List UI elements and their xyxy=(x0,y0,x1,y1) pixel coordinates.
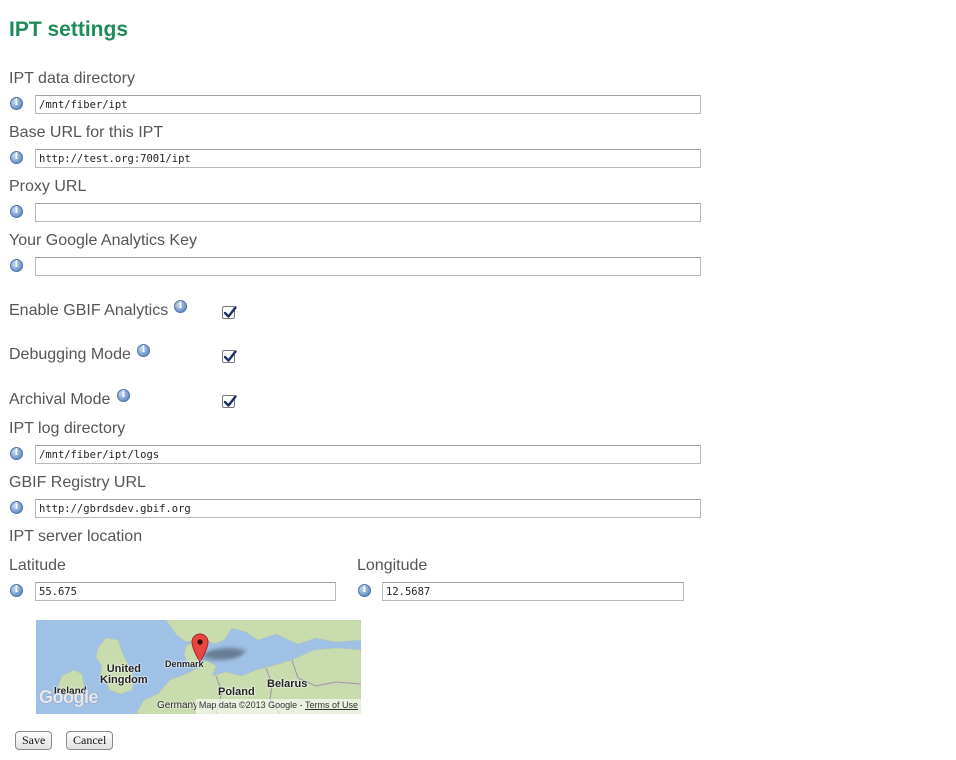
info-icon[interactable]: i xyxy=(10,97,23,110)
gbif-analytics-label: Enable GBIF Analytics xyxy=(9,302,169,319)
latitude-label: Latitude xyxy=(9,557,66,574)
info-icon[interactable]: i xyxy=(358,584,371,597)
base-url-label: Base URL for this IPT xyxy=(9,124,164,141)
info-icon[interactable]: i xyxy=(137,344,150,357)
save-button[interactable]: Save xyxy=(15,731,53,750)
ga-key-label: Your Google Analytics Key xyxy=(9,232,197,249)
log-dir-label: IPT log directory xyxy=(9,420,126,437)
log-dir-input[interactable] xyxy=(35,445,701,464)
ga-key-input[interactable] xyxy=(35,257,701,276)
checkmark-icon xyxy=(223,350,237,362)
archival-checkbox[interactable] xyxy=(222,395,237,408)
map-attribution: Map data ©2013 Google - Terms of Use xyxy=(195,699,361,714)
latitude-input[interactable] xyxy=(35,582,336,601)
cancel-button[interactable]: Cancel xyxy=(66,731,114,750)
registry-url-label: GBIF Registry URL xyxy=(9,474,146,491)
terms-of-use-link[interactable]: Terms of Use xyxy=(305,700,358,710)
checkmark-icon xyxy=(223,306,237,318)
info-icon[interactable]: i xyxy=(10,584,23,597)
google-logo: Google xyxy=(39,687,99,707)
map-label-uk: United Kingdom xyxy=(100,663,148,686)
location-map[interactable]: United Kingdom Ireland Denmark Poland Be… xyxy=(36,620,361,714)
debugging-checkbox[interactable] xyxy=(222,350,237,363)
longitude-input[interactable] xyxy=(382,582,684,601)
info-icon[interactable]: i xyxy=(10,259,23,272)
info-icon[interactable]: i xyxy=(10,151,23,164)
longitude-label: Longitude xyxy=(357,557,428,574)
archival-label: Archival Mode xyxy=(9,391,111,408)
gbif-analytics-checkbox[interactable] xyxy=(222,306,237,319)
map-label-poland: Poland xyxy=(218,686,255,698)
debugging-label: Debugging Mode xyxy=(9,346,131,363)
checkmark-icon xyxy=(223,395,237,407)
map-label-denmark: Denmark xyxy=(165,659,204,669)
info-icon[interactable]: i xyxy=(117,389,130,402)
registry-url-input[interactable] xyxy=(35,499,701,518)
data-dir-input[interactable] xyxy=(35,95,701,114)
page-title: IPT settings xyxy=(9,18,129,41)
map-attribution-separator: - xyxy=(299,700,303,710)
info-icon[interactable]: i xyxy=(10,501,23,514)
server-location-label: IPT server location xyxy=(9,528,143,545)
map-label-germany: Germany xyxy=(157,700,199,711)
info-icon[interactable]: i xyxy=(174,300,187,313)
data-dir-label: IPT data directory xyxy=(9,70,135,87)
info-icon[interactable]: i xyxy=(10,205,23,218)
proxy-url-label: Proxy URL xyxy=(9,178,87,195)
map-label-belarus: Belarus xyxy=(267,678,308,690)
base-url-input[interactable] xyxy=(35,149,701,168)
proxy-url-input[interactable] xyxy=(35,203,701,222)
info-icon[interactable]: i xyxy=(10,447,23,460)
map-attribution-text: Map data ©2013 Google xyxy=(198,700,298,710)
